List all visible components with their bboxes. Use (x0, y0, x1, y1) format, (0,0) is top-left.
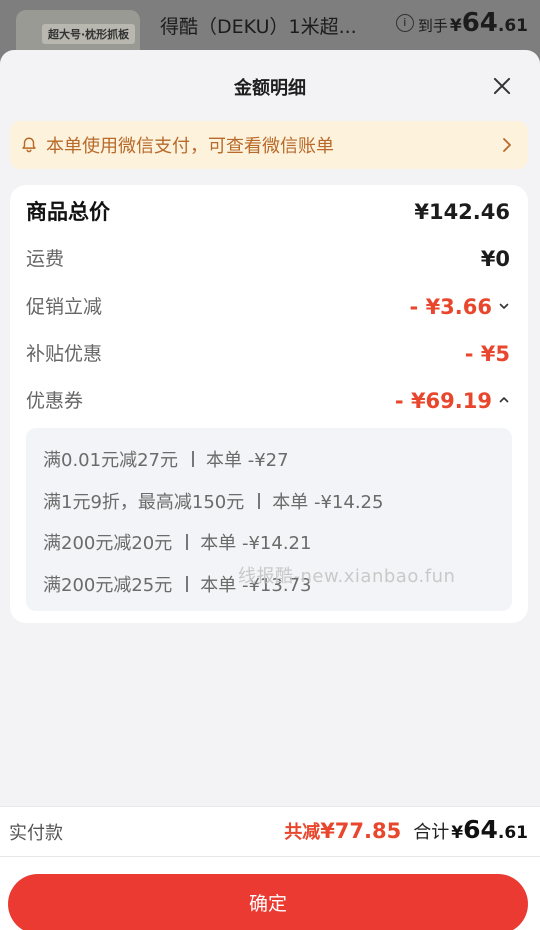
chevron-down-icon[interactable] (498, 300, 510, 312)
list-item: 满200元减20元 本单 -¥14.21 (43, 529, 311, 555)
product-thumbnail-tag: 超大号·枕形抓板 (42, 24, 136, 44)
divider (186, 534, 189, 550)
total-price-value: ¥142.46 (414, 200, 510, 224)
coupon-label: 优惠券 (26, 390, 84, 412)
coupon-rule: 满1元9折，最高减150元 (43, 492, 245, 513)
chevron-right-icon (503, 138, 511, 152)
watermark: 线报酷-new.xianbao.fun (238, 566, 456, 587)
row-total-price: 商品总价 ¥142.46 (26, 197, 510, 227)
list-item: 满1元9折，最高减150元 本单 -¥14.25 (43, 488, 383, 514)
divider (258, 493, 261, 509)
notice-text: 本单使用微信支付，可查看微信账单 (46, 136, 334, 157)
row-shipping: 运费 ¥0 (26, 244, 510, 274)
price-decimal: .61 (497, 16, 528, 36)
divider (186, 576, 189, 592)
price-label: 到手 (417, 17, 448, 35)
sheet-title: 金额明细 (234, 78, 306, 99)
actual-payment-label: 实付款 (9, 823, 63, 844)
sum-integer: 64 (463, 815, 498, 844)
list-item: 满0.01元减27元 本单 -¥27 (43, 446, 289, 472)
shipping-value: ¥0 (480, 247, 510, 271)
sheet-header: 金额明细 (0, 50, 540, 120)
promo-value: - ¥3.66 (409, 295, 492, 319)
wechat-bill-notice[interactable]: 本单使用微信支付，可查看微信账单 (10, 121, 528, 169)
close-icon[interactable] (490, 74, 514, 98)
price-currency: ¥ (449, 16, 462, 36)
total-discount-value: ¥77.85 (320, 819, 402, 843)
product-title: 得酷（DEKU）1米超... (160, 16, 357, 38)
price-breakdown-card: 商品总价 ¥142.46 运费 ¥0 促销立减 - ¥3.66 补贴优惠 - ¥… (10, 185, 528, 623)
promo-label: 促销立减 (26, 296, 103, 318)
info-icon: i (395, 14, 414, 32)
subsidy-label: 补贴优惠 (26, 343, 103, 365)
divider (191, 451, 194, 467)
sum-currency: ¥ (451, 823, 464, 843)
price-integer: 64 (461, 8, 498, 38)
confirm-button[interactable]: 确定 (8, 874, 528, 930)
row-promo-discount[interactable]: 促销立减 - ¥3.66 (26, 292, 510, 322)
amount-detail-sheet: 金额明细 本单使用微信支付，可查看微信账单 商品总价 ¥142.46 运费 ¥0… (0, 50, 540, 930)
bell-icon (22, 137, 36, 153)
actual-payment-row: 实付款 共减 ¥77.85 合计 ¥ 64 .61 (0, 807, 540, 857)
total-discount-label: 共减 (284, 822, 321, 843)
total-price-label: 商品总价 (26, 200, 110, 224)
coupon-amount: 本单 -¥14.25 (272, 492, 384, 513)
product-price: i 到手 ¥ 64 .61 (395, 8, 528, 38)
coupon-rule: 满200元减25元 (43, 575, 173, 596)
payment-summary: 共减 ¥77.85 合计 ¥ 64 .61 (284, 815, 528, 844)
coupon-amount: 本单 -¥27 (205, 450, 289, 471)
shipping-label: 运费 (26, 248, 65, 270)
coupon-amount: 本单 -¥14.21 (200, 533, 312, 554)
row-coupon[interactable]: 优惠券 - ¥69.19 (26, 386, 510, 416)
row-subsidy: 补贴优惠 - ¥5 (26, 339, 510, 369)
coupon-rule: 满0.01元减27元 (43, 450, 178, 471)
chevron-up-icon[interactable] (498, 394, 510, 406)
payment-footer: 实付款 共减 ¥77.85 合计 ¥ 64 .61 确定 (0, 806, 540, 930)
sum-label: 合计 (413, 822, 450, 843)
subsidy-value: - ¥5 (464, 342, 510, 366)
coupon-rule: 满200元减20元 (43, 533, 173, 554)
coupon-value: - ¥69.19 (394, 389, 492, 413)
sum-decimal: .61 (497, 823, 528, 843)
